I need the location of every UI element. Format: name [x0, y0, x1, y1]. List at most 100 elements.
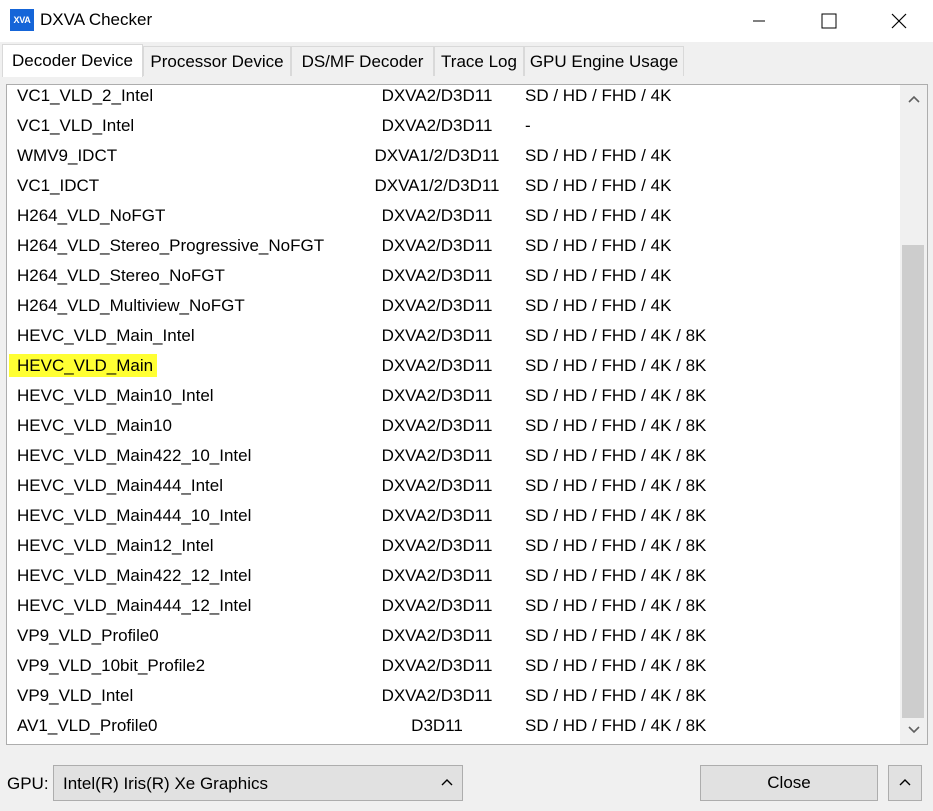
decoder-api: DXVA2/D3D11	[381, 296, 493, 315]
list-item[interactable]: HEVC_VLD_Main10_Intel DXVA2/D3D11 SD / HD …	[7, 381, 900, 411]
decoder-resolutions: SD / HD / FHD / 4K / 8K	[525, 536, 707, 555]
vertical-scrollbar[interactable]	[900, 85, 927, 744]
decoder-resolutions: SD / HD / FHD / 4K / 8K	[525, 716, 707, 735]
decoder-name-text: VP9_VLD_Intel	[17, 686, 134, 705]
scroll-thumb[interactable]	[902, 245, 924, 718]
list-item[interactable]: HEVC_VLD_Main444_12_Intel DXVA2/D3D11 SD /…	[7, 591, 900, 621]
close-window-button[interactable]	[864, 0, 933, 42]
decoder-resolutions: SD / HD / FHD / 4K	[525, 86, 672, 105]
decoder-name-text: H264_VLD_Stereo_Progressive_NoFGT	[17, 236, 325, 255]
maximize-button[interactable]	[794, 0, 864, 42]
decoder-name-text: HEVC_VLD_Main422_10_Intel	[17, 446, 252, 465]
tab-processor-device[interactable]: Processor Device	[143, 46, 291, 76]
decoder-api: DXVA2/D3D11	[381, 356, 493, 375]
tab-strip: Decoder Device Processor Device DS/MF De…	[0, 44, 933, 77]
decoder-api: D3D11	[411, 716, 463, 735]
list-item[interactable]: HEVC_VLD_Main422_12_Intel DXVA2/D3D11 SD /…	[7, 561, 900, 591]
tab-gpu-engine-usage[interactable]: GPU Engine Usage	[524, 46, 684, 76]
list-item[interactable]: VP9_VLD_Profile0 DXVA2/D3D11 SD / HD / FHD…	[7, 621, 900, 651]
list-item[interactable]: VP9_VLD_10bit_Profile2 DXVA2/D3D11 SD / HD…	[7, 651, 900, 681]
decoder-name: H264_VLD_Multiview_NoFGT	[17, 291, 245, 321]
decoder-api: DXVA2/D3D11	[381, 206, 493, 225]
decoder-name-text: H264_VLD_Multiview_NoFGT	[17, 296, 245, 315]
list-item[interactable]: H264_VLD_Multiview_NoFGT DXVA2/D3D11 SD / …	[7, 291, 900, 321]
decoder-resolutions: SD / HD / FHD / 4K	[525, 266, 672, 285]
gpu-select-value: Intel(R) Iris(R) Xe Graphics	[63, 774, 268, 793]
list-item[interactable]: HEVC_VLD_Main422_10_Intel DXVA2/D3D11 SD /…	[7, 441, 900, 471]
decoder-api: DXVA2/D3D11	[381, 476, 493, 495]
list-item[interactable]: WMV9_IDCT DXVA1/2/D3D11 SD / HD / FHD / 4K	[7, 141, 900, 171]
decoder-name: H264_VLD_Stereo_NoFGT	[17, 261, 225, 291]
chevron-down-icon	[907, 726, 920, 734]
decoder-resolutions: SD / HD / FHD / 4K	[525, 296, 672, 315]
decoder-name-text: HEVC_VLD_Main444_Intel	[17, 476, 224, 495]
app-icon: XVA	[10, 9, 34, 31]
decoder-list-panel: VC1_VLD_2_Intel DXVA2/D3D11 SD / HD / FHD …	[6, 84, 928, 745]
decoder-api: DXVA2/D3D11	[381, 86, 493, 105]
list-item[interactable]: VC1_IDCT DXVA1/2/D3D11 SD / HD / FHD / 4K	[7, 171, 900, 201]
decoder-name-text: WMV9_IDCT	[17, 146, 118, 165]
decoder-api: DXVA2/D3D11	[381, 446, 493, 465]
decoder-name: VC1_VLD_2_Intel	[17, 85, 153, 111]
close-button[interactable]: Close	[700, 765, 878, 801]
decoder-name: HEVC_VLD_Main_Intel	[17, 321, 195, 351]
list-item[interactable]: VC1_VLD_2_Intel DXVA2/D3D11 SD / HD / FHD …	[7, 85, 900, 111]
decoder-name: HEVC_VLD_Main12_Intel	[17, 531, 214, 561]
tab-decoder-device[interactable]: Decoder Device	[2, 44, 143, 77]
decoder-api: DXVA2/D3D11	[381, 506, 493, 525]
window-title: DXVA Checker	[40, 10, 153, 29]
list-item[interactable]: VC1_VLD_Intel DXVA2/D3D11 -	[7, 111, 900, 141]
maximize-icon	[821, 13, 837, 29]
tab-ds-mf-decoder[interactable]: DS/MF Decoder	[291, 46, 434, 76]
decoder-name: VP9_VLD_Intel	[17, 681, 133, 711]
list-item[interactable]: HEVC_VLD_Main444_10_Intel DXVA2/D3D11 SD /…	[7, 501, 900, 531]
decoder-api: DXVA1/2/D3D11	[374, 146, 500, 165]
decoder-resolutions: SD / HD / FHD / 4K / 8K	[525, 626, 707, 645]
decoder-resolutions: SD / HD / FHD / 4K / 8K	[525, 686, 707, 705]
decoder-resolutions: SD / HD / FHD / 4K / 8K	[525, 446, 707, 465]
scroll-down-button[interactable]	[900, 716, 927, 744]
decoder-resolutions: SD / HD / FHD / 4K / 8K	[525, 506, 707, 525]
decoder-api: DXVA2/D3D11	[381, 566, 493, 585]
title-bar: XVA DXVA Checker	[0, 0, 933, 42]
list-item[interactable]: AV1_VLD_Profile0 D3D11 SD / HD / FHD / 4K …	[7, 711, 900, 741]
list-item[interactable]: HEVC_VLD_Main DXVA2/D3D11 SD / HD / FHD / …	[7, 351, 900, 381]
decoder-name: H264_VLD_Stereo_Progressive_NoFGT	[17, 231, 324, 261]
decoder-api: DXVA2/D3D11	[381, 416, 493, 435]
list-item[interactable]: VP9_VLD_Intel DXVA2/D3D11 SD / HD / FHD / …	[7, 681, 900, 711]
list-item[interactable]: HEVC_VLD_Main10 DXVA2/D3D11 SD / HD / FHD …	[7, 411, 900, 441]
gpu-select[interactable]: Intel(R) Iris(R) Xe Graphics	[53, 765, 463, 801]
decoder-name: HEVC_VLD_Main10	[17, 411, 172, 441]
tab-trace-log[interactable]: Trace Log	[434, 46, 524, 76]
decoder-resolutions: SD / HD / FHD / 4K / 8K	[525, 656, 707, 675]
decoder-resolutions: SD / HD / FHD / 4K	[525, 176, 672, 195]
expand-button[interactable]	[888, 765, 922, 801]
minimize-button[interactable]	[724, 0, 794, 42]
list-item[interactable]: HEVC_VLD_Main444_Intel DXVA2/D3D11 SD / HD…	[7, 471, 900, 501]
chevron-up-icon	[441, 779, 453, 786]
decoder-name-text: HEVC_VLD_Main10_Intel	[17, 386, 214, 405]
decoder-resolutions: SD / HD / FHD / 4K / 8K	[525, 386, 707, 405]
decoder-name-text: VC1_VLD_2_Intel	[17, 86, 154, 105]
list-item[interactable]: H264_VLD_Stereo_Progressive_NoFGT DXVA2/D…	[7, 231, 900, 261]
list-item[interactable]: HEVC_VLD_Main12_Intel DXVA2/D3D11 SD / HD …	[7, 531, 900, 561]
decoder-name-text: HEVC_VLD_Main444_10_Intel	[17, 506, 252, 525]
decoder-name-text: H264_VLD_NoFGT	[17, 206, 166, 225]
decoder-resolutions: SD / HD / FHD / 4K / 8K	[525, 356, 707, 375]
decoder-resolutions: SD / HD / FHD / 4K / 8K	[525, 476, 707, 495]
list-item[interactable]: HEVC_VLD_Main_Intel DXVA2/D3D11 SD / HD / …	[7, 321, 900, 351]
decoder-api: DXVA2/D3D11	[381, 686, 493, 705]
decoder-list[interactable]: VC1_VLD_2_Intel DXVA2/D3D11 SD / HD / FHD …	[7, 85, 900, 744]
decoder-name: VC1_VLD_Intel	[17, 111, 134, 141]
decoder-name-text: HEVC_VLD_Main_Intel	[17, 326, 195, 345]
decoder-name-text: VP9_VLD_Profile0	[17, 626, 159, 645]
decoder-name-text: VC1_VLD_Intel	[17, 116, 135, 135]
list-item[interactable]: H264_VLD_Stereo_NoFGT DXVA2/D3D11 SD / HD …	[7, 261, 900, 291]
decoder-name: HEVC_VLD_Main10_Intel	[17, 381, 214, 411]
scroll-up-button[interactable]	[900, 85, 927, 113]
decoder-api: DXVA2/D3D11	[381, 656, 493, 675]
decoder-resolutions: SD / HD / FHD / 4K / 8K	[525, 566, 707, 585]
decoder-name: VP9_VLD_Profile0	[17, 621, 159, 651]
list-item[interactable]: H264_VLD_NoFGT DXVA2/D3D11 SD / HD / FHD /…	[7, 201, 900, 231]
decoder-name-text: H264_VLD_Stereo_NoFGT	[17, 266, 225, 285]
